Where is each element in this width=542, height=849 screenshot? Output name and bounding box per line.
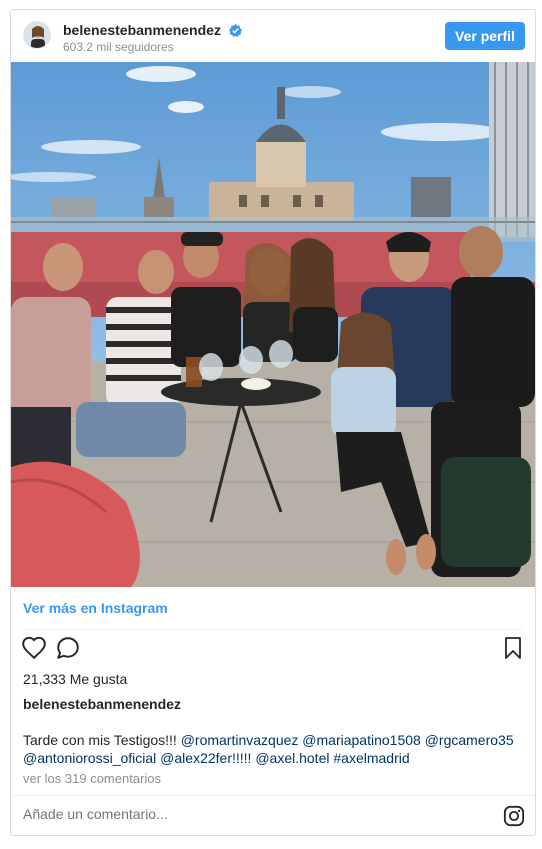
hashtag-link[interactable]: #axelmadrid — [333, 750, 409, 766]
mention-link[interactable]: @antoniorossi_oficial — [23, 750, 156, 766]
avatar[interactable] — [23, 21, 51, 49]
comment-input[interactable] — [23, 806, 443, 822]
mention-link[interactable]: @alex22fer!!!!! — [160, 750, 251, 766]
instagram-embed-card: belenestebanmenendez 603.2 mil seguidore… — [10, 9, 536, 836]
post-photo[interactable] — [11, 62, 535, 587]
username-text[interactable]: belenestebanmenendez — [63, 22, 221, 38]
username[interactable]: belenestebanmenendez — [63, 22, 242, 40]
comment-bar — [11, 795, 535, 836]
followers-count: 603.2 mil seguidores — [63, 40, 174, 54]
view-comments-link[interactable]: ver los 319 comentarios — [23, 771, 161, 786]
likes-count[interactable]: 21,333 Me gusta — [23, 671, 127, 687]
mention-link[interactable]: @mariapatino1508 — [302, 732, 421, 748]
caption: Tarde con mis Testigos!!! @romartinvazqu… — [23, 731, 523, 767]
post-header: belenestebanmenendez 603.2 mil seguidore… — [11, 10, 535, 62]
verified-badge-icon — [228, 24, 242, 40]
mention-link[interactable]: @axel.hotel — [255, 750, 329, 766]
divider — [23, 629, 523, 630]
bookmark-icon[interactable] — [501, 635, 525, 661]
instagram-icon[interactable] — [503, 805, 525, 827]
mention-link[interactable]: @romartinvazquez — [181, 732, 299, 748]
caption-username[interactable]: belenestebanmenendez — [23, 696, 181, 712]
comment-icon[interactable] — [55, 635, 81, 661]
heart-icon[interactable] — [21, 635, 47, 661]
post-actions — [11, 635, 535, 665]
caption-text: Tarde con mis Testigos!!! — [23, 732, 177, 748]
mention-link[interactable]: @rgcamero35 — [425, 732, 514, 748]
see-more-instagram-link[interactable]: Ver más en Instagram — [23, 600, 168, 616]
view-profile-button[interactable]: Ver perfil — [445, 22, 525, 50]
